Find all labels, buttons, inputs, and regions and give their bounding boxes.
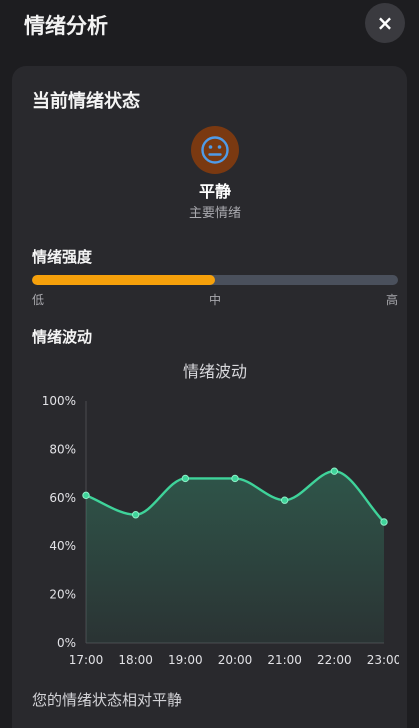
chart-point-2 [131, 511, 140, 519]
y-tick-label: 40% [49, 539, 76, 553]
x-tick-label: 19:00 [168, 653, 203, 667]
emotion-analysis-card: 当前情绪状态 平静 主要情绪 情绪强度 低 中 高 情绪波动 情绪波动 0% 20… [12, 66, 407, 728]
x-tick-label: 22:00 [317, 653, 352, 667]
chart-point-1 [82, 491, 90, 500]
x-tick-label: 18:00 [118, 653, 153, 667]
chart-point-4 [231, 474, 239, 483]
page-title: 情绪分析 [24, 14, 108, 38]
intensity-label-high: 高 [385, 293, 398, 307]
y-tick-label: 0% [57, 636, 76, 650]
x-tick-label: 23:00 [367, 653, 399, 667]
series-area-fill [86, 471, 384, 643]
y-tick-label: 100% [42, 394, 76, 408]
intensity-label-low: 低 [32, 293, 45, 307]
chart-point-6 [330, 467, 339, 475]
y-tick-label: 60% [49, 491, 76, 505]
chart-point-5 [280, 496, 289, 504]
current-emotion-heading: 当前情绪状态 [32, 91, 140, 112]
fluctuation-line-chart: 情绪波动 0% 20% 40% 60% 80% 100% 17:00 18:00 19:00 20… [42, 362, 399, 667]
chart-point-3 [181, 474, 190, 483]
neutral-face-icon [201, 136, 229, 164]
y-tick-label: 80% [49, 442, 76, 456]
intensity-bar-fill [32, 275, 215, 285]
close-icon: × [376, 11, 394, 35]
intensity-bar [32, 275, 398, 285]
y-tick-label: 20% [49, 588, 76, 602]
emotion-badge [191, 126, 239, 174]
emotion-name: 平静 [198, 182, 231, 201]
x-tick-label: 17:00 [69, 653, 104, 667]
x-tick-label: 21:00 [267, 653, 302, 667]
fluctuation-heading: 情绪波动 [32, 328, 93, 346]
intensity-heading: 情绪强度 [32, 248, 93, 266]
emotion-summary: 您的情绪状态相对平静 [32, 691, 183, 709]
intensity-label-mid: 中 [208, 293, 222, 307]
emotion-caption: 主要情绪 [188, 206, 241, 221]
close-button[interactable]: × [365, 3, 405, 43]
chart-title: 情绪波动 [183, 362, 247, 381]
x-tick-label: 20:00 [218, 653, 253, 667]
chart-point-7 [380, 518, 388, 526]
intensity-scale: 低 中 高 [32, 292, 398, 308]
